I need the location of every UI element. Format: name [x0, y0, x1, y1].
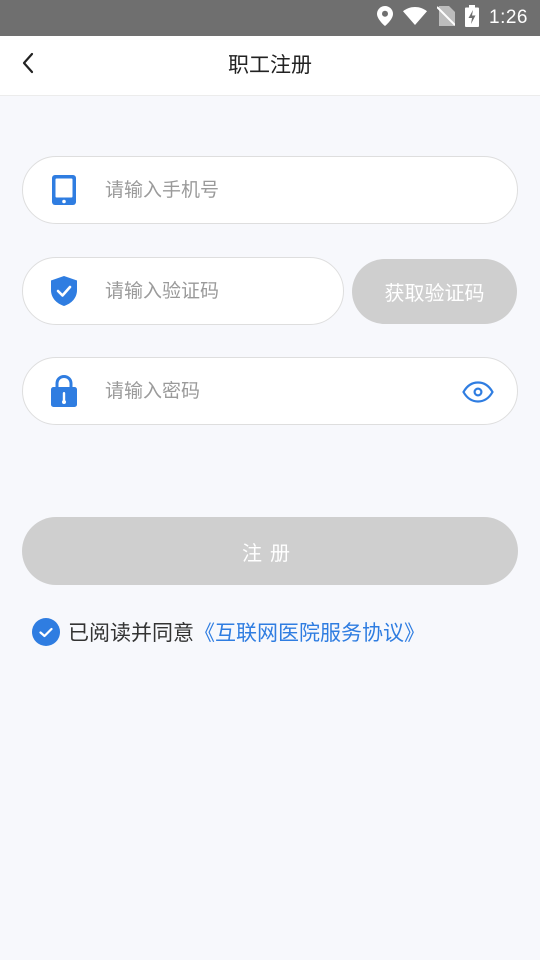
status-time: 1:26 — [489, 7, 528, 28]
password-input[interactable] — [105, 358, 445, 423]
status-bar: 1:26 — [0, 0, 540, 36]
phone-input[interactable] — [105, 157, 495, 222]
lock-icon — [49, 375, 79, 407]
location-icon — [377, 6, 394, 30]
get-code-button[interactable]: 获取验证码 — [352, 259, 517, 324]
agreement-checkbox[interactable] — [32, 618, 60, 646]
page-title: 职工注册 — [228, 53, 312, 77]
status-icons: 1:26 — [377, 0, 528, 36]
eye-icon[interactable] — [461, 378, 495, 406]
shield-check-icon — [49, 276, 79, 306]
agreement-link[interactable]: 《互联网医院服务协议》 — [194, 617, 425, 647]
wifi-icon — [403, 6, 428, 29]
phone-icon — [49, 175, 79, 205]
battery-charging-icon — [465, 5, 480, 31]
phone-field[interactable] — [22, 156, 518, 224]
checkmark-icon — [39, 627, 53, 638]
navbar: 职工注册 — [0, 36, 540, 96]
no-sim-icon — [436, 6, 456, 30]
agreement-text: 已阅读并同意 — [68, 621, 194, 645]
register-button[interactable]: 注册 — [22, 517, 518, 585]
password-field[interactable] — [22, 357, 518, 425]
agreement-row: 已阅读并同意 《互联网医院服务协议》 — [32, 614, 425, 650]
code-input[interactable] — [105, 258, 330, 323]
code-field[interactable] — [22, 257, 344, 325]
